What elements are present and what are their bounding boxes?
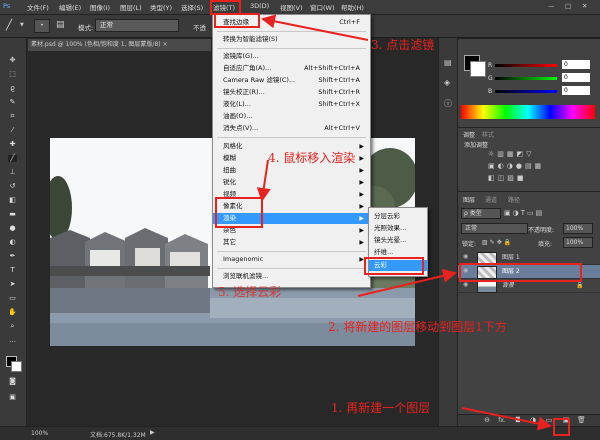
arrow-to-new-layer	[461, 407, 552, 431]
annotation-arrows	[256, 14, 552, 431]
arrow-to-filter-menu	[261, 14, 369, 41]
arrow-to-layer2	[357, 268, 457, 297]
arrow-to-render	[256, 159, 271, 202]
